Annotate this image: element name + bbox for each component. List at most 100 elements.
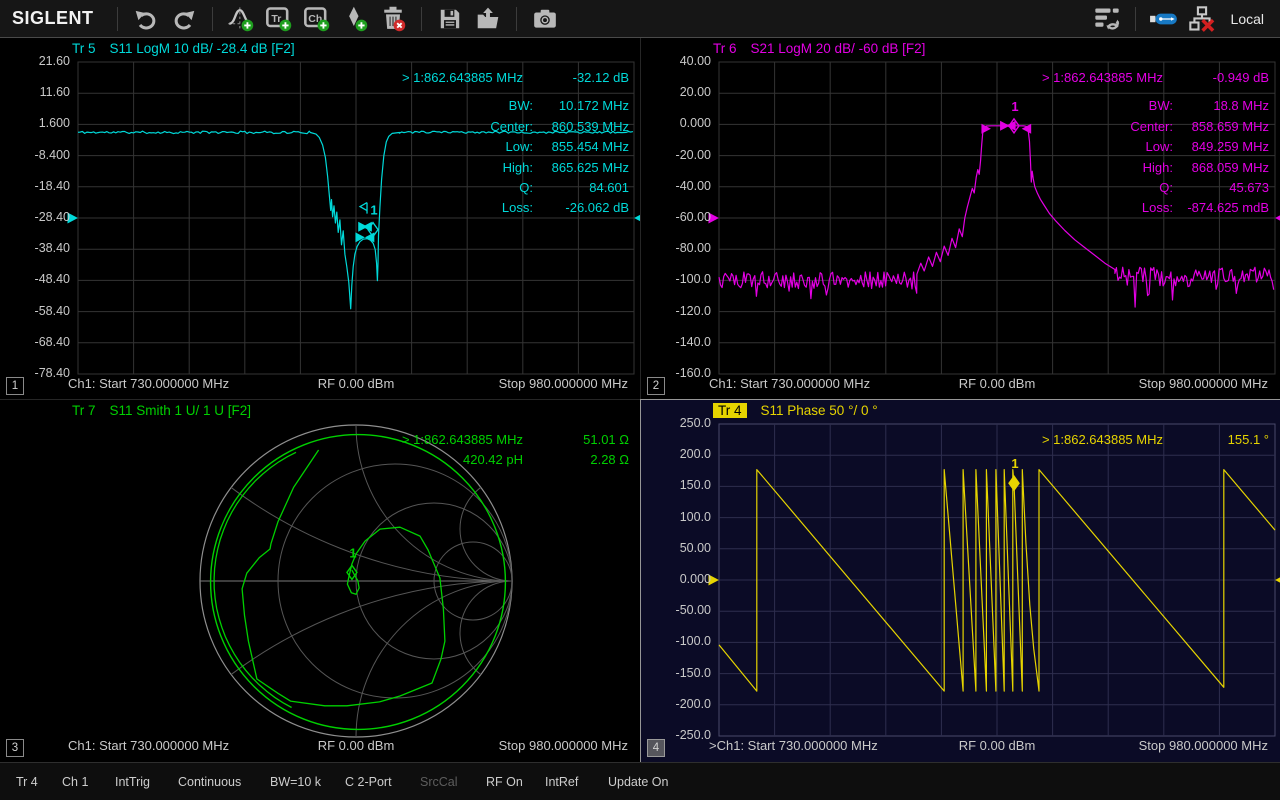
window-index-active[interactable]: 4	[647, 739, 665, 757]
window-index[interactable]: 2	[647, 377, 665, 395]
channel-manager-button[interactable]	[1088, 3, 1126, 35]
y-axis-tick: 250.0	[641, 416, 711, 430]
y-axis-tick: -58.40	[0, 304, 70, 318]
save-icon	[437, 6, 463, 32]
trace-header[interactable]: Tr 6S21 LogM 20 dB/ -60 dB [F2]	[713, 41, 925, 56]
stat-row: Center:858.659 MHz	[1042, 117, 1269, 137]
quadrant-4-s11-phase-active[interactable]: Tr 4 S11 Phase 50 °/ 0 ° 1 > 1:862.643885…	[641, 400, 1280, 762]
window-index[interactable]: 3	[6, 739, 24, 757]
usb-status-indicator[interactable]	[1145, 3, 1183, 35]
status-item-inttrig[interactable]: IntTrig	[115, 763, 150, 800]
marker-value: -32.12 dB	[543, 68, 629, 88]
local-remote-indicator[interactable]: Local	[1231, 11, 1264, 27]
stop-frequency: Stop 980.000000 MHz	[499, 376, 628, 391]
undo-button[interactable]	[127, 3, 165, 35]
marker-readout: > 1:862.643885 MHz51.01 Ω 420.42 pH2.28 …	[402, 430, 629, 471]
marker-readout: > 1:862.643885 MHz-32.12 dB BW:10.172 MH…	[402, 68, 629, 219]
status-item-ch-1[interactable]: Ch 1	[62, 763, 88, 800]
save-button[interactable]	[431, 3, 469, 35]
add-marker-button[interactable]	[336, 3, 374, 35]
open-button[interactable]	[469, 3, 507, 35]
stat-row: Low:849.259 MHz	[1042, 137, 1269, 157]
lan-status-indicator[interactable]	[1183, 3, 1221, 35]
redo-button[interactable]	[165, 3, 203, 35]
bandwidth-stats: BW:18.8 MHzCenter:858.659 MHzLow:849.259…	[1042, 96, 1269, 218]
channel-footer: 2 Ch1: Start 730.000000 MHz RF 0.00 dBm …	[641, 374, 1280, 399]
stop-frequency: Stop 980.000000 MHz	[499, 738, 628, 753]
y-axis-tick: -140.0	[641, 335, 711, 349]
stat-row: Q:84.601	[402, 178, 629, 198]
svg-text:1: 1	[370, 203, 377, 218]
y-axis-tick: 200.0	[641, 447, 711, 461]
y-axis-tick: -28.40	[0, 210, 70, 224]
y-axis-tick: 100.0	[641, 510, 711, 524]
status-item-continuous[interactable]: Continuous	[178, 763, 241, 800]
y-axis-tick: 20.00	[641, 85, 711, 99]
y-axis-tick: -50.00	[641, 603, 711, 617]
status-item-update-on[interactable]: Update On	[608, 763, 668, 800]
trace-name: Tr 5	[72, 41, 96, 56]
trace-header[interactable]: Tr 7S11 Smith 1 U/ 1 U [F2]	[72, 403, 251, 418]
add-trace-button[interactable]: Tr	[260, 3, 298, 35]
lan-error-icon	[1188, 5, 1216, 33]
y-axis-tick: -18.40	[0, 179, 70, 193]
status-item-tr-4[interactable]: Tr 4	[16, 763, 38, 800]
status-item-bw-10-k[interactable]: BW=10 k	[270, 763, 321, 800]
trace-params: S11 Smith 1 U/ 1 U [F2]	[110, 403, 252, 418]
stat-row: BW:18.8 MHz	[1042, 96, 1269, 116]
open-icon	[475, 6, 501, 32]
channel-footer: 1 Ch1: Start 730.000000 MHz RF 0.00 dBm …	[0, 374, 640, 399]
y-axis-tick: -38.40	[0, 241, 70, 255]
add-channel-button[interactable]: Ch	[298, 3, 336, 35]
add-measurement-button[interactable]	[222, 3, 260, 35]
marker-frequency: > 1:862.643885 MHz	[1042, 430, 1163, 450]
toolbar-divider	[516, 7, 517, 31]
quadrant-2-s21-logmag[interactable]: Tr 6S21 LogM 20 dB/ -60 dB [F2] 1 > 1:86…	[641, 38, 1280, 399]
plot-canvas[interactable]: 1	[641, 400, 1280, 762]
add-measurement-icon	[227, 5, 255, 33]
stat-row: BW:10.172 MHz	[402, 96, 629, 116]
window-index[interactable]: 1	[6, 377, 24, 395]
status-item-c-2-port[interactable]: C 2-Port	[345, 763, 392, 800]
status-item-rf-on[interactable]: RF On	[486, 763, 523, 800]
svg-text:1: 1	[1011, 456, 1018, 471]
active-trace-name[interactable]: Tr 4	[713, 403, 747, 418]
stat-row: Loss:-26.062 dB	[402, 198, 629, 218]
stat-row: High:865.625 MHz	[402, 158, 629, 178]
svg-text:1: 1	[349, 545, 356, 560]
y-axis-tick: 150.0	[641, 478, 711, 492]
stat-row: High:868.059 MHz	[1042, 158, 1269, 178]
trash-icon	[379, 5, 407, 33]
y-axis-tick: 0.000	[641, 116, 711, 130]
status-item-intref[interactable]: IntRef	[545, 763, 578, 800]
channel-footer: 3 Ch1: Start 730.000000 MHz RF 0.00 dBm …	[0, 736, 640, 761]
camera-icon	[532, 6, 558, 32]
y-axis-tick: -100.0	[641, 634, 711, 648]
marker-impedance-real: 51.01 Ω	[543, 430, 629, 450]
y-axis-tick: -200.0	[641, 697, 711, 711]
trace-header[interactable]: Tr 4 S11 Phase 50 °/ 0 °	[713, 403, 878, 418]
delete-button[interactable]	[374, 3, 412, 35]
quadrant-1-s11-logmag[interactable]: Tr 5S11 LogM 10 dB/ -28.4 dB [F2] 1 > 1:…	[0, 38, 640, 399]
y-axis-tick: -8.400	[0, 148, 70, 162]
y-axis-tick: 40.00	[641, 54, 711, 68]
trace-header[interactable]: Tr 5S11 LogM 10 dB/ -28.4 dB [F2]	[72, 41, 295, 56]
marker-impedance-imag: 2.28 Ω	[543, 450, 629, 470]
quadrant-3-s11-smith[interactable]: Tr 7S11 Smith 1 U/ 1 U [F2] 1 > 1:862.64…	[0, 400, 640, 762]
y-axis-tick: -100.0	[641, 272, 711, 286]
stop-frequency: Stop 980.000000 MHz	[1139, 376, 1268, 391]
vna-screen: SIGLENT	[0, 0, 1280, 800]
bandwidth-stats: BW:10.172 MHzCenter:860.539 MHzLow:855.4…	[402, 96, 629, 218]
marker-value: 155.1 °	[1183, 430, 1269, 450]
display-area: Tr 5S11 LogM 10 dB/ -28.4 dB [F2] 1 > 1:…	[0, 38, 1280, 762]
y-axis-tick: -20.00	[641, 148, 711, 162]
add-marker-icon	[341, 5, 369, 33]
screenshot-button[interactable]	[526, 3, 564, 35]
y-axis-tick: 1.600	[0, 116, 70, 130]
trace-name: Tr 6	[713, 41, 737, 56]
y-axis-tick: -120.0	[641, 304, 711, 318]
stat-row: Center:860.539 MHz	[402, 117, 629, 137]
y-axis-tick: -150.0	[641, 666, 711, 680]
status-item-srccal[interactable]: SrcCal	[420, 763, 458, 800]
trace-params: S11 Phase 50 °/ 0 °	[761, 403, 878, 418]
